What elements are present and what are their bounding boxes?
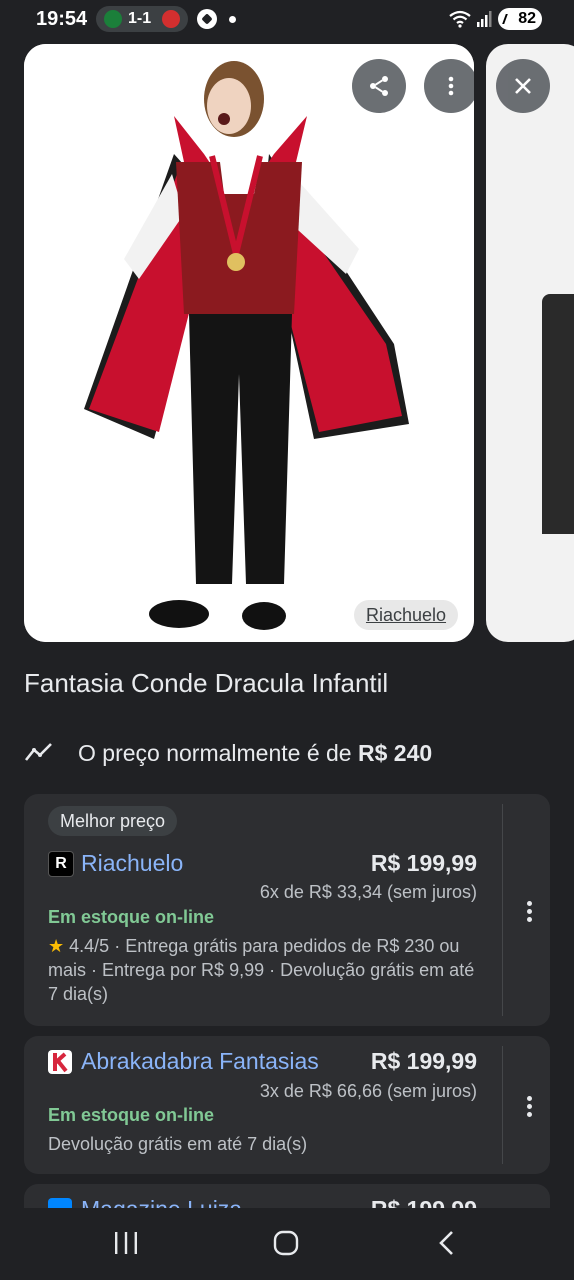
product-title: Fantasia Conde Dracula Infantil bbox=[24, 668, 389, 698]
installments: 3x de R$ 66,66 (sem juros) bbox=[259, 1081, 477, 1101]
status-bar: 19:54 1-1 82 bbox=[0, 0, 574, 38]
offer-card[interactable]: Melhor preço R Riachuelo R$ 199,99 6x de… bbox=[24, 794, 550, 1026]
close-button[interactable] bbox=[496, 59, 550, 113]
team-crest-icon bbox=[162, 10, 180, 28]
match-score: 1-1 bbox=[128, 10, 152, 27]
shipping-details: · Entrega grátis para pedidos de R$ 230 … bbox=[48, 936, 475, 1004]
close-icon bbox=[515, 78, 531, 94]
offer-details: Devolução grátis em até 7 dia(s) bbox=[48, 1134, 308, 1154]
back-button[interactable] bbox=[436, 1230, 458, 1256]
share-button[interactable] bbox=[352, 59, 406, 113]
more-vert-icon bbox=[448, 76, 454, 96]
battery-indicator: 82 bbox=[498, 8, 542, 30]
store-name[interactable]: Riachuelo bbox=[81, 850, 183, 877]
star-icon: ★ bbox=[48, 936, 65, 956]
offer-card[interactable]: Abrakadabra Fantasias R$ 199,99 3x de R$… bbox=[24, 1036, 550, 1174]
stock-status: Em estoque on-line bbox=[48, 907, 215, 927]
recent-apps-button[interactable] bbox=[112, 1230, 140, 1256]
installments: 6x de R$ 33,34 (sem juros) bbox=[259, 882, 477, 902]
store-name[interactable]: Abrakadabra Fantasias bbox=[81, 1048, 319, 1075]
divider bbox=[502, 804, 503, 1016]
wifi-icon bbox=[449, 10, 471, 28]
riachuelo-logo-icon: R bbox=[48, 851, 74, 877]
signal-icon bbox=[477, 11, 492, 27]
soccer-ball-icon bbox=[197, 9, 217, 29]
offer-price: R$ 199,99 bbox=[370, 850, 477, 876]
offer-more-button[interactable] bbox=[520, 1096, 538, 1120]
live-score-pill[interactable]: 1-1 bbox=[96, 6, 188, 32]
offer-price: R$ 199,99 bbox=[370, 1048, 477, 1074]
image-source-link[interactable]: Riachuelo bbox=[354, 600, 458, 630]
typical-price-value: R$ 240 bbox=[357, 740, 433, 766]
home-button[interactable] bbox=[272, 1229, 300, 1257]
best-price-badge: Melhor preço bbox=[48, 806, 178, 836]
next-product-photo bbox=[542, 294, 574, 534]
stock-status: Em estoque on-line bbox=[48, 1105, 215, 1125]
navigation-bar bbox=[0, 1208, 574, 1280]
product-image-card[interactable]: Riachuelo bbox=[24, 44, 474, 642]
status-time: 19:54 bbox=[36, 8, 88, 30]
offer-more-button[interactable] bbox=[520, 901, 538, 925]
next-image-card[interactable] bbox=[486, 44, 574, 642]
team-crest-icon bbox=[104, 10, 122, 28]
share-icon bbox=[370, 76, 388, 96]
price-note-prefix: O preço normalmente é de bbox=[78, 740, 358, 766]
divider bbox=[502, 1046, 503, 1164]
typical-price-note: O preço normalmente é de R$ 240 bbox=[24, 736, 544, 770]
more-options-button[interactable] bbox=[424, 59, 474, 113]
trending-icon bbox=[24, 743, 52, 761]
product-photo bbox=[24, 44, 474, 642]
notification-dot-icon bbox=[229, 16, 236, 23]
abrakadabra-logo-icon bbox=[48, 1050, 72, 1074]
rating: 4.4/5 bbox=[69, 936, 110, 956]
offer-details: ★ 4.4/5 · Entrega grátis para pedidos de… bbox=[48, 934, 476, 1006]
price-note-text: O preço normalmente é de R$ 240 bbox=[78, 740, 432, 767]
